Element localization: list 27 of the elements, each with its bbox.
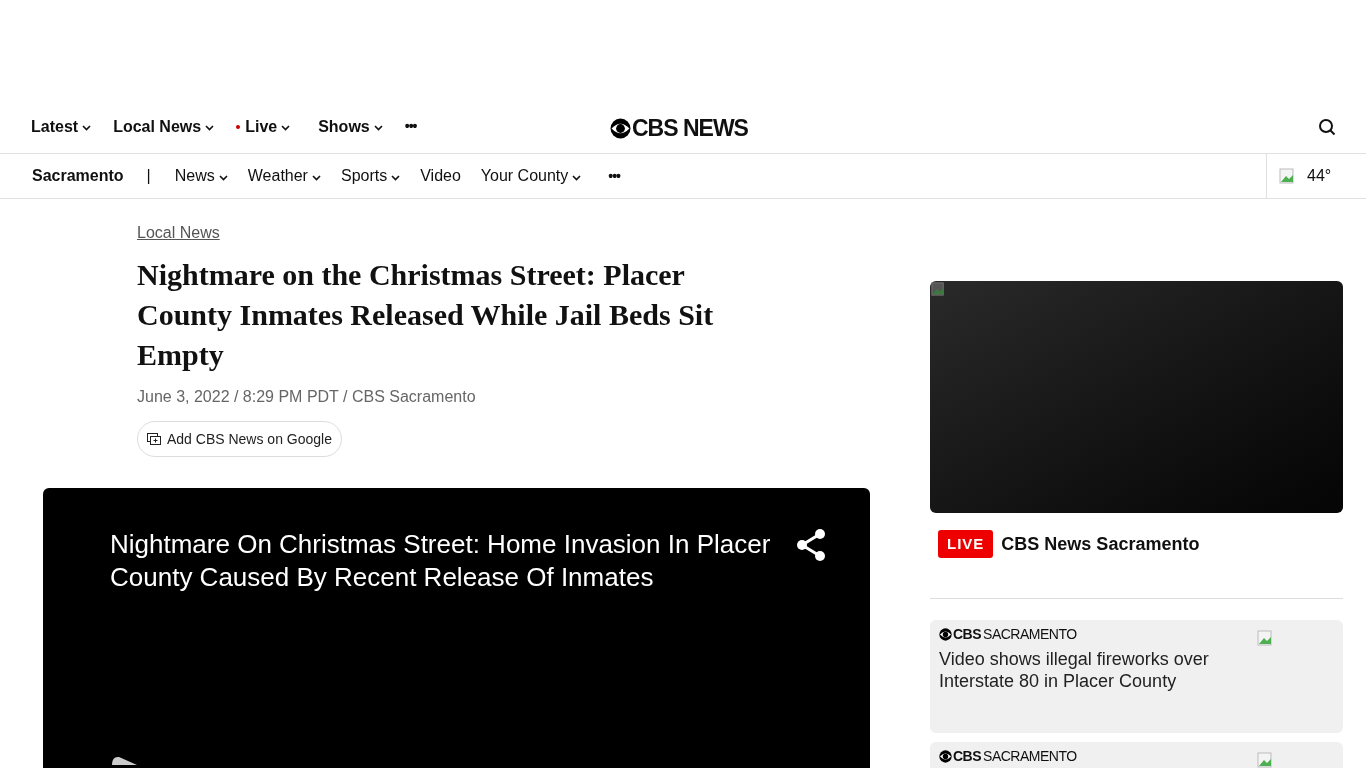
nav-link[interactable]: Latest (31, 114, 92, 139)
nav-link[interactable]: Sports (340, 164, 401, 188)
nav-link[interactable]: News (174, 164, 228, 188)
site-logo[interactable]: CBS NEWS (632, 111, 748, 146)
nav-link[interactable]: Shows (318, 114, 383, 139)
article-headline: Nightmare on the Christmas Street: Placer County Inmates Released While Jail Beds Sit Empty (137, 257, 715, 373)
live-stream-title[interactable]: CBS News Sacramento (1001, 530, 1200, 558)
story-card[interactable]: CBS SACRAMENTO (930, 742, 1343, 768)
market-name[interactable]: Sacramento (32, 164, 124, 188)
nav-link[interactable]: Your County (480, 164, 582, 188)
nav-link[interactable]: Live (236, 114, 291, 139)
more-menu-button[interactable]: ••• (404, 116, 417, 137)
nav-link[interactable]: Weather (247, 164, 321, 188)
article-byline: June 3, 2022 / 8:29 PM PDT / CBS Sacramento (137, 387, 476, 407)
story-card[interactable]: CBS SACRAMENTO Video shows illegal fireworks over Interstate 80 in Placer County (930, 620, 1343, 733)
nav-separator: | (146, 166, 151, 186)
nav-link[interactable]: Video (420, 164, 461, 188)
story-title: Video shows illegal fireworks over Interstate 80 in Placer County (939, 648, 1210, 692)
category-link[interactable]: Local News (137, 221, 220, 245)
nav-link[interactable]: Local News (113, 114, 215, 139)
video-player[interactable]: Nightmare On Christmas Street: Home Invasion In Placer County Caused By Recent Release Of Inmates (43, 488, 870, 768)
temperature: 44° (1307, 166, 1332, 186)
more-menu-button[interactable]: ••• (608, 165, 621, 187)
video-title: Nightmare On Christmas Street: Home Invasion In Placer County Caused By Recent Release Of Inmates (110, 528, 772, 594)
source-logo: CBS SACRAMENTO (953, 626, 1077, 642)
live-badge: LIVE (938, 530, 994, 558)
source-logo: CBS SACRAMENTO (953, 748, 1077, 764)
